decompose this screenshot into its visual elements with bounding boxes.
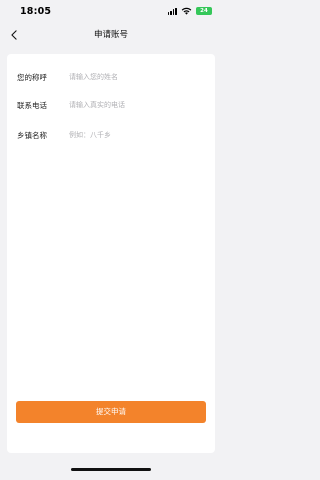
town-label: 乡镇名称 <box>17 130 47 140</box>
phone-label: 联系电话 <box>17 100 47 110</box>
status-icons: 24 <box>167 7 212 15</box>
name-row: 您的称呼 <box>17 70 207 84</box>
nav-bar: 申请账号 <box>0 22 222 48</box>
name-label: 您的称呼 <box>17 72 47 82</box>
page-title: 申请账号 <box>93 30 128 40</box>
home-indicator[interactable] <box>71 468 151 471</box>
town-row: 乡镇名称 <box>17 128 207 142</box>
phone-input[interactable] <box>69 98 207 112</box>
submit-button[interactable]: 提交申请 <box>16 401 206 423</box>
phone-row: 联系电话 <box>17 98 207 112</box>
town-input[interactable] <box>69 128 207 142</box>
apply-account-screen: 18:05 24 申请账号 您的称呼 请输入您的姓名 联系电话 请输入真实的电话… <box>0 0 222 480</box>
wifi-icon <box>181 7 192 15</box>
form-card: 您的称呼 联系电话 乡镇名称 提交申请 <box>7 54 215 453</box>
status-bar: 18:05 24 <box>0 0 222 22</box>
battery-icon: 24 <box>196 7 212 15</box>
signal-icon <box>167 7 177 15</box>
status-time: 18:05 <box>20 5 52 17</box>
name-input[interactable] <box>69 70 207 84</box>
